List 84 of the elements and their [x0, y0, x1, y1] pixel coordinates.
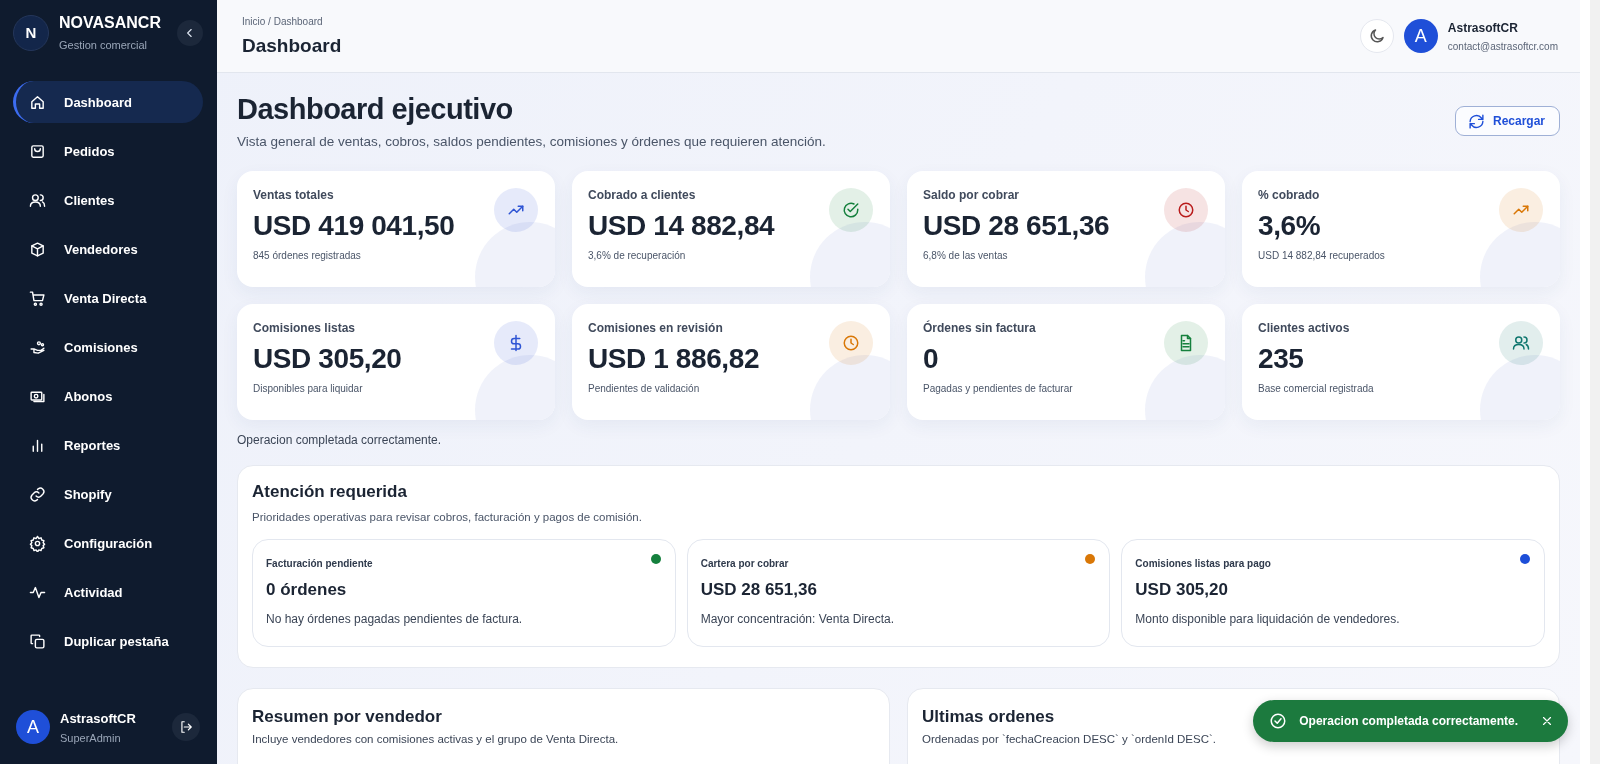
attention-value: 0 órdenes	[266, 580, 348, 600]
kpi-label: Comisiones listas	[253, 321, 357, 335]
nav-item[interactable]: Clientes	[13, 179, 203, 221]
kpi-value: USD 305,20	[253, 343, 403, 375]
user-email: contact@astrasoftcr.com	[1447, 40, 1558, 52]
kpi-value: 3,6%	[1258, 210, 1322, 242]
panel-title: Atención requerida	[252, 482, 408, 502]
panel-title: Ultimas ordenes	[922, 707, 1055, 727]
close-button[interactable]	[1540, 714, 1554, 728]
kpi-label: Órdenes sin factura	[923, 321, 1037, 335]
panel-subtitle: Incluye vendedores con comisiones activas y el grupo de Venta Directa.	[252, 733, 620, 745]
user-avatar: A	[1403, 19, 1438, 53]
users-icon	[29, 191, 46, 209]
attention-label: Comisiones listas para pago	[1135, 558, 1272, 569]
nav-item[interactable]: Vendedores	[13, 228, 203, 270]
status-message: Operacion completada correctamente.	[237, 433, 443, 447]
kpi-value: USD 28 651,36	[923, 210, 1111, 242]
kpi-value: USD 1 886,82	[588, 343, 761, 375]
user-name: AstrasoftCR	[60, 710, 136, 726]
kpi-label: Clientes activos	[1258, 321, 1351, 335]
nav-item[interactable]: Duplicar pestaña	[13, 620, 203, 662]
page-title: Dashboard ejecutivo	[237, 93, 514, 126]
kpi-note: Base comercial registrada	[1258, 383, 1375, 394]
page-subtitle: Vista general de ventas, cobros, saldos pendientes, comisiones y órdenes que requieren atención.	[237, 134, 826, 149]
panel-subtitle: Prioridades operativas para revisar cobros, facturación y pagos de comisión.	[252, 511, 643, 523]
nav-item[interactable]: Pedidos	[13, 130, 203, 172]
kpi-value: USD 14 882,84	[588, 210, 776, 242]
cube-icon	[29, 240, 46, 258]
nav-item[interactable]: Venta Directa	[13, 277, 203, 319]
kpi-note: 6,8% de las ventas	[923, 250, 1009, 261]
attention-note: No hay órdenes pagadas pendientes de factura.	[266, 612, 524, 626]
close-icon	[1540, 714, 1554, 728]
brand-name: NOVASANCR	[59, 14, 162, 32]
attention-value: USD 28 651,36	[700, 580, 818, 600]
nav-item[interactable]: Comisiones	[13, 326, 203, 368]
kpi-label: Cobrado a clientes	[588, 188, 697, 202]
hand-coins-icon	[29, 338, 46, 356]
breadcrumb: Inicio / Dashboard	[242, 15, 324, 27]
nav-item[interactable]: Actividad	[13, 571, 203, 613]
panel-subtitle: Ordenadas por `fechaCreacion DESC` y `ordenId DESC`.	[922, 733, 1217, 745]
refresh-icon	[1467, 112, 1485, 130]
kpi-value: 0	[923, 343, 940, 375]
header-title: Dashboard	[242, 34, 342, 57]
check-circle-icon	[1269, 712, 1288, 730]
kpi-value: USD 419 041,50	[253, 210, 456, 242]
attention-note: Monto disponible para liquidación de vendedores.	[1135, 612, 1401, 626]
theme-toggle-button[interactable]	[1359, 19, 1394, 53]
brand-subtitle: Gestion comercial	[59, 39, 149, 51]
kpi-note: Disponibles para liquidar	[253, 383, 364, 394]
attention-label: Facturación pendiente	[266, 558, 374, 569]
copy-icon	[29, 632, 46, 650]
nav-item[interactable]: Abonos	[13, 375, 203, 417]
kpi-note: Pagadas y pendientes de facturar	[923, 383, 1074, 394]
attention-note: Mayor concentración: Venta Directa.	[700, 612, 896, 626]
link-icon	[29, 485, 46, 503]
kpi-value: 235	[1258, 343, 1305, 375]
panel-title: Resumen por vendedor	[252, 707, 442, 727]
logout-button[interactable]	[172, 713, 200, 741]
kpi-label: Saldo por cobrar	[923, 188, 1021, 202]
kpi-note: 3,6% de recuperación	[588, 250, 687, 261]
kpi-label: % cobrado	[1258, 188, 1321, 202]
nav-item[interactable]: Dashboard	[13, 81, 203, 123]
user-avatar: A	[16, 710, 50, 744]
brand-logo: N	[13, 14, 49, 51]
nav-item[interactable]: Configuración	[13, 522, 203, 564]
collapse-button[interactable]	[177, 19, 203, 46]
reload-button[interactable]: Recargar	[1454, 106, 1560, 136]
kpi-note: 845 órdenes registradas	[253, 250, 362, 261]
user-role: SuperAdmin	[60, 731, 122, 744]
user-name: AstrasoftCR	[1447, 20, 1519, 35]
nav-item[interactable]: Reportes	[13, 424, 203, 466]
bag-icon	[29, 142, 46, 160]
cart-icon	[29, 289, 46, 307]
kpi-note: USD 14 882,84 recuperados	[1258, 250, 1386, 261]
nav-item[interactable]: Shopify	[13, 473, 203, 515]
kpi-label: Ventas totales	[253, 188, 335, 202]
home-icon	[29, 93, 46, 111]
attention-label: Cartera por cobrar	[700, 558, 790, 569]
toast-message: Operacion completada correctamente.	[1299, 714, 1518, 728]
kpi-label: Comisiones en revisión	[588, 321, 724, 335]
attention-value: USD 305,20	[1135, 580, 1229, 600]
logout-icon	[179, 720, 193, 734]
settings-icon	[29, 534, 46, 552]
kpi-note: Pendientes de validación	[588, 383, 701, 394]
